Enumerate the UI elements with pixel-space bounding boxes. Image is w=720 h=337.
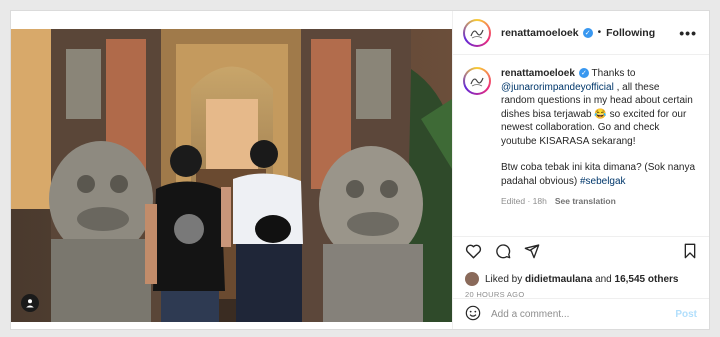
avatar[interactable] [463, 18, 491, 47]
comment-icon[interactable] [495, 243, 511, 262]
heart-icon[interactable] [465, 243, 482, 262]
likes-count[interactable]: 16,545 others [615, 274, 679, 285]
comment-bar: Post [453, 298, 709, 329]
verified-icon: ✓ [582, 27, 593, 38]
bookmark-icon[interactable] [683, 243, 697, 262]
following-button[interactable]: Following [606, 27, 655, 39]
caption-avatar[interactable] [463, 67, 491, 95]
caption-verified-icon: ✓ [578, 68, 589, 79]
liker-avatar[interactable] [465, 272, 479, 286]
header-separator: • [597, 27, 602, 38]
liker-username[interactable]: didietmaulana [525, 274, 592, 285]
likes-and: and [595, 273, 612, 285]
post-comment-button[interactable]: Post [675, 309, 697, 320]
user-tag-icon[interactable] [21, 294, 39, 312]
share-icon[interactable] [524, 243, 540, 262]
caption-meta: Edited · 18h See translation [501, 195, 695, 209]
edited-label: Edited · 18h [501, 196, 547, 206]
more-icon[interactable]: ••• [679, 25, 697, 41]
post-header: renattamoeloek ✓ • Following ••• [453, 11, 709, 55]
caption-mention-link[interactable]: @junarorimpandeyofficial [501, 82, 614, 93]
header-username[interactable]: renattamoeloek [501, 27, 579, 39]
liked-by-label: Liked by [485, 273, 523, 285]
post-photo-area [11, 11, 452, 329]
caption: renattamoeloek ✓ Thanks to @junarorimpand… [453, 55, 709, 236]
post-photo[interactable] [11, 29, 452, 322]
see-translation-button[interactable]: See translation [555, 196, 616, 206]
caption-username[interactable]: renattamoeloek [501, 68, 575, 79]
likes-row: Liked by didietmaulana and 16,545 others [453, 268, 709, 290]
emoji-icon[interactable] [465, 305, 481, 324]
post-modal: renattamoeloek ✓ • Following ••• renatta… [10, 10, 710, 330]
comment-input[interactable] [491, 308, 676, 320]
caption-hashtag-link[interactable]: #sebelgak [580, 176, 626, 187]
post-side-panel: renattamoeloek ✓ • Following ••• renatta… [452, 11, 709, 329]
post-actions [453, 236, 709, 268]
caption-text: renattamoeloek ✓ Thanks to @junarorimpand… [501, 67, 695, 236]
caption-text-before: Thanks to [588, 68, 636, 79]
